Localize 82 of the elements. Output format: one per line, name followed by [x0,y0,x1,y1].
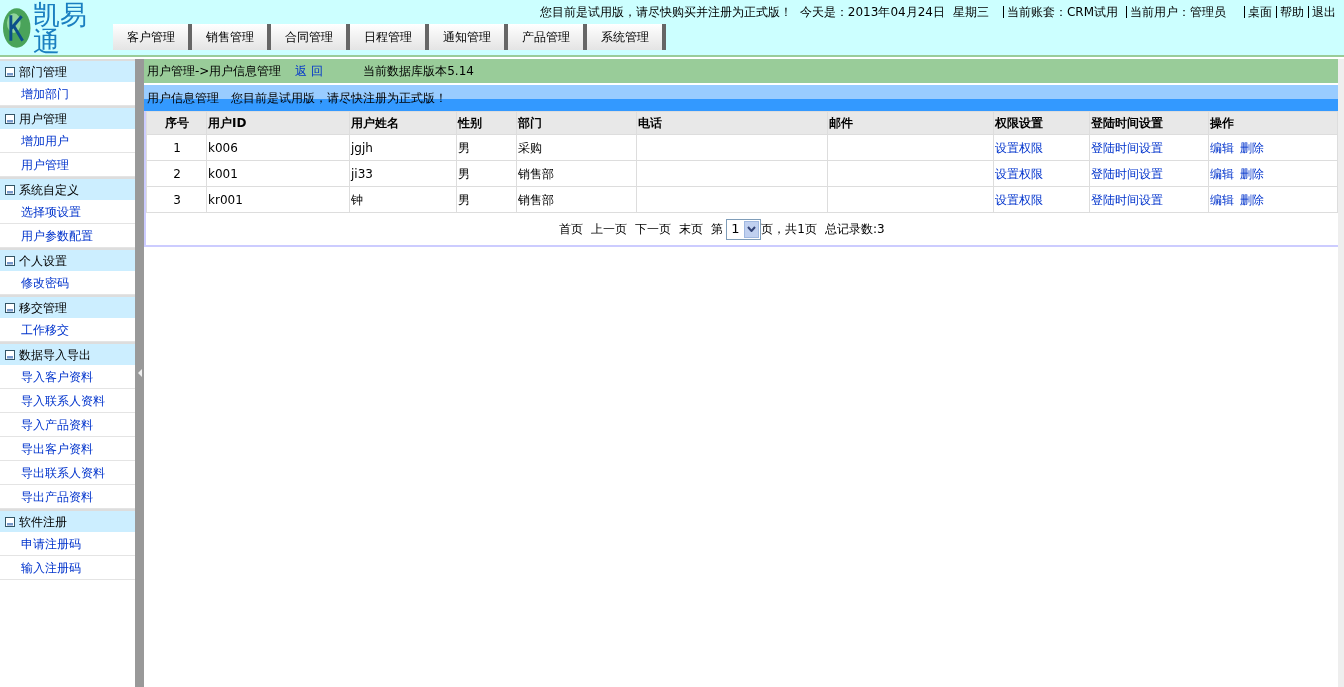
column-header: 用户ID [206,111,350,135]
sidebar-section-title: 个人设置 [19,252,67,270]
edit-link[interactable]: 编辑 [1210,138,1234,157]
column-header: 登陆时间设置 [1089,111,1209,135]
column-header: 序号 [146,111,207,135]
page-label: 第 [711,221,724,238]
delete-link[interactable]: 删除 [1240,190,1264,209]
window-icon [5,516,15,527]
pager-link[interactable]: 上一页 [591,220,628,238]
table-cell: 钟 [349,186,457,213]
pager-link[interactable]: 末页 [679,220,704,238]
column-header: 操作 [1208,111,1338,135]
sidebar-section-title: 移交管理 [19,299,67,317]
sidebar-section-header[interactable]: 移交管理 [0,295,135,318]
table-cell: kr001 [206,186,350,213]
weekday-text: 星期三 [952,4,989,21]
edit-link[interactable]: 编辑 [1210,164,1234,183]
sidebar-section-title: 软件注册 [19,513,67,531]
sidebar-section-header[interactable]: 部门管理 [0,59,135,82]
collapse-arrow-icon[interactable] [136,368,143,378]
window-icon [5,302,15,313]
pager-link[interactable]: 下一页 [635,220,672,238]
account-text: 当前账套：CRM试用 [1002,6,1118,18]
header-link[interactable]: 桌面 [1244,6,1272,18]
table-cell: 销售部 [516,160,637,187]
window-icon [5,255,15,266]
column-header: 邮件 [827,111,994,135]
table-cell: 男 [456,186,517,213]
column-header: 部门 [516,111,637,135]
header-link[interactable]: 退出 [1308,6,1336,18]
date-text: 今天是：2013年04月24日 [799,4,945,21]
table-cell: 1 [146,134,207,161]
sidebar-section-header[interactable]: 系统自定义 [0,177,135,200]
header-link[interactable]: 帮助 [1276,6,1304,18]
trial-notice: 您目前是试用版，请尽快购买并注册为正式版！ [539,4,792,21]
table-cell: 男 [456,160,517,187]
user-text: 当前用户：管理员 [1126,6,1226,18]
table-cell: 销售部 [516,186,637,213]
window-icon [5,113,15,124]
nav-tab[interactable]: 通知管理 [429,24,508,50]
page-select[interactable]: 1 [726,218,762,240]
nav-tab[interactable]: 合同管理 [271,24,350,50]
trial-notice: 您目前是试用版，请尽快注册为正式版！ [231,90,447,107]
table-cell: 2 [146,160,207,187]
breadcrumb-text: 用户管理->用户信息管理 [147,63,282,80]
sidebar-section-header[interactable]: 个人设置 [0,248,135,271]
sidebar-section-header[interactable]: 软件注册 [0,509,135,532]
window-icon [5,349,15,360]
nav-tab[interactable]: 销售管理 [192,24,271,50]
logo-text: 凯易通 [33,0,89,55]
column-header: 用户姓名 [349,111,457,135]
nav-tab[interactable]: 产品管理 [508,24,587,50]
column-header: 电话 [636,111,828,135]
sidebar-section-header[interactable]: 用户管理 [0,106,135,129]
table-cell: ji33 [349,160,457,187]
table-cell: 男 [456,134,517,161]
window-icon [5,184,15,195]
page-count-text: 页，共1页 [761,221,817,238]
table-cell: k006 [206,134,350,161]
panel-title: 用户信息管理 [147,90,219,107]
total-records-text: 总记录数:3 [824,221,885,238]
column-header: 性别 [456,111,517,135]
sidebar-section-title: 部门管理 [19,63,67,81]
sidebar-section-title: 系统自定义 [19,181,79,199]
delete-link[interactable]: 删除 [1240,164,1264,183]
table-cell: jgjh [349,134,457,161]
sidebar-section-title: 数据导入导出 [19,346,91,364]
table-cell: k001 [206,160,350,187]
nav-tab[interactable]: 客户管理 [113,24,192,50]
table-cell: 采购 [516,134,637,161]
table-cell: 3 [146,186,207,213]
sidebar-section-title: 用户管理 [19,110,67,128]
sidebar-section-header[interactable]: 数据导入导出 [0,342,135,365]
nav-tab[interactable]: 系统管理 [587,24,666,50]
back-link[interactable]: 返 回 [295,62,324,80]
column-header: 权限设置 [993,111,1090,135]
pager-link[interactable]: 首页 [559,220,584,238]
version-text: 当前数据库版本5.14 [363,63,474,80]
delete-link[interactable]: 删除 [1240,138,1264,157]
edit-link[interactable]: 编辑 [1210,190,1234,209]
nav-tab[interactable]: 日程管理 [350,24,429,50]
window-icon [5,66,15,77]
